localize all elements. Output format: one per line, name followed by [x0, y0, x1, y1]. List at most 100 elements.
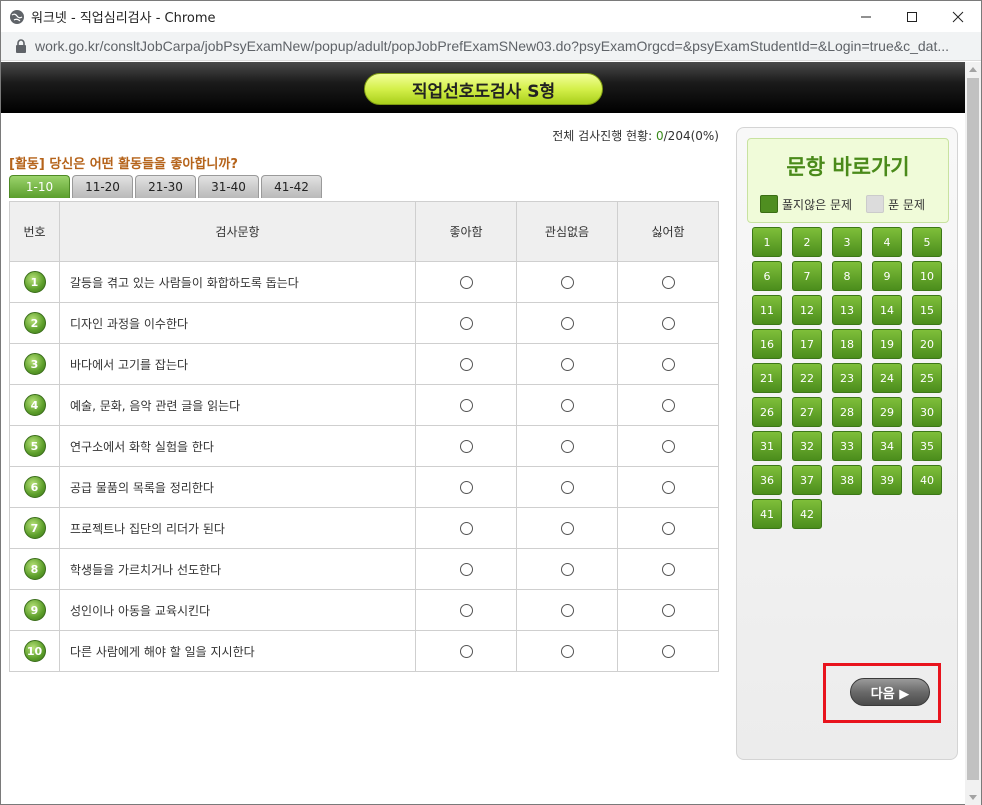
tab-1-10[interactable]: 1-10	[9, 175, 70, 198]
question-jump-button[interactable]: 2	[792, 227, 822, 257]
row-number-badge: 7	[23, 517, 46, 539]
question-jump-button[interactable]: 30	[912, 397, 942, 427]
tab-21-30[interactable]: 21-30	[135, 175, 196, 198]
question-jump-button[interactable]: 32	[792, 431, 822, 461]
vertical-scrollbar[interactable]	[965, 62, 981, 805]
question-jump-button[interactable]: 23	[832, 363, 862, 393]
tab-31-40[interactable]: 31-40	[198, 175, 259, 198]
close-icon	[952, 11, 964, 22]
radio-dislike[interactable]	[661, 399, 675, 412]
table-row: 7 프로젝트나 집단의 리더가 된다	[9, 507, 719, 549]
question-jump-button[interactable]: 17	[792, 329, 822, 359]
question-jump-button[interactable]: 40	[912, 465, 942, 495]
question-jump-button[interactable]: 34	[872, 431, 902, 461]
scroll-up-icon[interactable]	[969, 67, 977, 72]
radio-dislike[interactable]	[661, 358, 675, 371]
question-jump-button[interactable]: 7	[792, 261, 822, 291]
radio-neutral[interactable]	[560, 276, 574, 289]
row-number-badge: 8	[23, 558, 46, 580]
radio-neutral[interactable]	[560, 645, 574, 658]
row-number-badge: 5	[23, 435, 46, 457]
radio-like[interactable]	[459, 440, 473, 453]
header-like: 좋아함	[415, 201, 517, 262]
question-jump-button[interactable]: 13	[832, 295, 862, 325]
radio-neutral[interactable]	[560, 358, 574, 371]
question-jump-button[interactable]: 1	[752, 227, 782, 257]
question-jump-button[interactable]: 24	[872, 363, 902, 393]
radio-like[interactable]	[459, 481, 473, 494]
question-jump-button[interactable]: 22	[792, 363, 822, 393]
row-item-text: 바다에서 고기를 잡는다	[59, 343, 416, 385]
radio-like[interactable]	[459, 317, 473, 330]
radio-dislike[interactable]	[661, 604, 675, 617]
question-jump-button[interactable]: 41	[752, 499, 782, 529]
question-jump-button[interactable]: 28	[832, 397, 862, 427]
radio-dislike[interactable]	[661, 317, 675, 330]
question-jump-button[interactable]: 31	[752, 431, 782, 461]
question-jump-button[interactable]: 3	[832, 227, 862, 257]
question-jump-button[interactable]: 12	[792, 295, 822, 325]
question-jump-button[interactable]: 26	[752, 397, 782, 427]
radio-like[interactable]	[459, 358, 473, 371]
close-button[interactable]	[935, 1, 981, 32]
question-jump-button[interactable]: 33	[832, 431, 862, 461]
radio-like[interactable]	[459, 645, 473, 658]
tab-41-42[interactable]: 41-42	[261, 175, 322, 198]
radio-neutral[interactable]	[560, 522, 574, 535]
question-jump-button[interactable]: 29	[872, 397, 902, 427]
radio-dislike[interactable]	[661, 481, 675, 494]
radio-neutral[interactable]	[560, 563, 574, 576]
radio-like[interactable]	[459, 563, 473, 576]
radio-dislike[interactable]	[661, 563, 675, 576]
row-number-badge: 6	[23, 476, 46, 498]
question-jump-button[interactable]: 27	[792, 397, 822, 427]
radio-like[interactable]	[459, 522, 473, 535]
question-jump-button[interactable]: 10	[912, 261, 942, 291]
address-bar[interactable]: work.go.kr/consltJobCarpa/jobPsyExamNew/…	[1, 32, 981, 61]
radio-neutral[interactable]	[560, 604, 574, 617]
radio-dislike[interactable]	[661, 276, 675, 289]
question-jump-button[interactable]: 8	[832, 261, 862, 291]
question-jump-button[interactable]: 39	[872, 465, 902, 495]
question-jump-button[interactable]: 11	[752, 295, 782, 325]
maximize-button[interactable]	[889, 1, 935, 32]
radio-like[interactable]	[459, 276, 473, 289]
question-jump-button[interactable]: 6	[752, 261, 782, 291]
radio-like[interactable]	[459, 399, 473, 412]
question-jump-button[interactable]: 5	[912, 227, 942, 257]
radio-like[interactable]	[459, 604, 473, 617]
question-jump-button[interactable]: 21	[752, 363, 782, 393]
radio-dislike[interactable]	[661, 645, 675, 658]
question-jump-button[interactable]: 35	[912, 431, 942, 461]
radio-neutral[interactable]	[560, 317, 574, 330]
radio-dislike[interactable]	[661, 440, 675, 453]
scroll-down-icon[interactable]	[969, 795, 977, 800]
question-jump-button[interactable]: 16	[752, 329, 782, 359]
question-jump-button[interactable]: 25	[912, 363, 942, 393]
radio-dislike[interactable]	[661, 522, 675, 535]
scroll-thumb[interactable]	[967, 78, 979, 780]
question-jump-button[interactable]: 14	[872, 295, 902, 325]
question-jump-button[interactable]: 42	[792, 499, 822, 529]
question-jump-button[interactable]: 37	[792, 465, 822, 495]
radio-neutral[interactable]	[560, 440, 574, 453]
progress-rest: /204(0%)	[663, 129, 719, 143]
question-jump-button[interactable]: 15	[912, 295, 942, 325]
question-jump-button[interactable]: 36	[752, 465, 782, 495]
row-item-text: 프로젝트나 집단의 리더가 된다	[59, 507, 416, 549]
question-jump-button[interactable]: 18	[832, 329, 862, 359]
question-jump-button[interactable]: 4	[872, 227, 902, 257]
next-button[interactable]: 다음 ▶	[850, 678, 930, 706]
question-jump-button[interactable]: 9	[872, 261, 902, 291]
tab-11-20[interactable]: 11-20	[72, 175, 133, 198]
radio-neutral[interactable]	[560, 481, 574, 494]
minimize-button[interactable]	[843, 1, 889, 32]
legend-answered: 푼 문제	[888, 197, 925, 212]
option-dislike-cell	[617, 261, 719, 303]
question-jump-button[interactable]: 20	[912, 329, 942, 359]
question-jump-button[interactable]: 38	[832, 465, 862, 495]
question-jump-button[interactable]: 19	[872, 329, 902, 359]
option-like-cell	[415, 548, 517, 590]
option-like-cell	[415, 384, 517, 426]
radio-neutral[interactable]	[560, 399, 574, 412]
